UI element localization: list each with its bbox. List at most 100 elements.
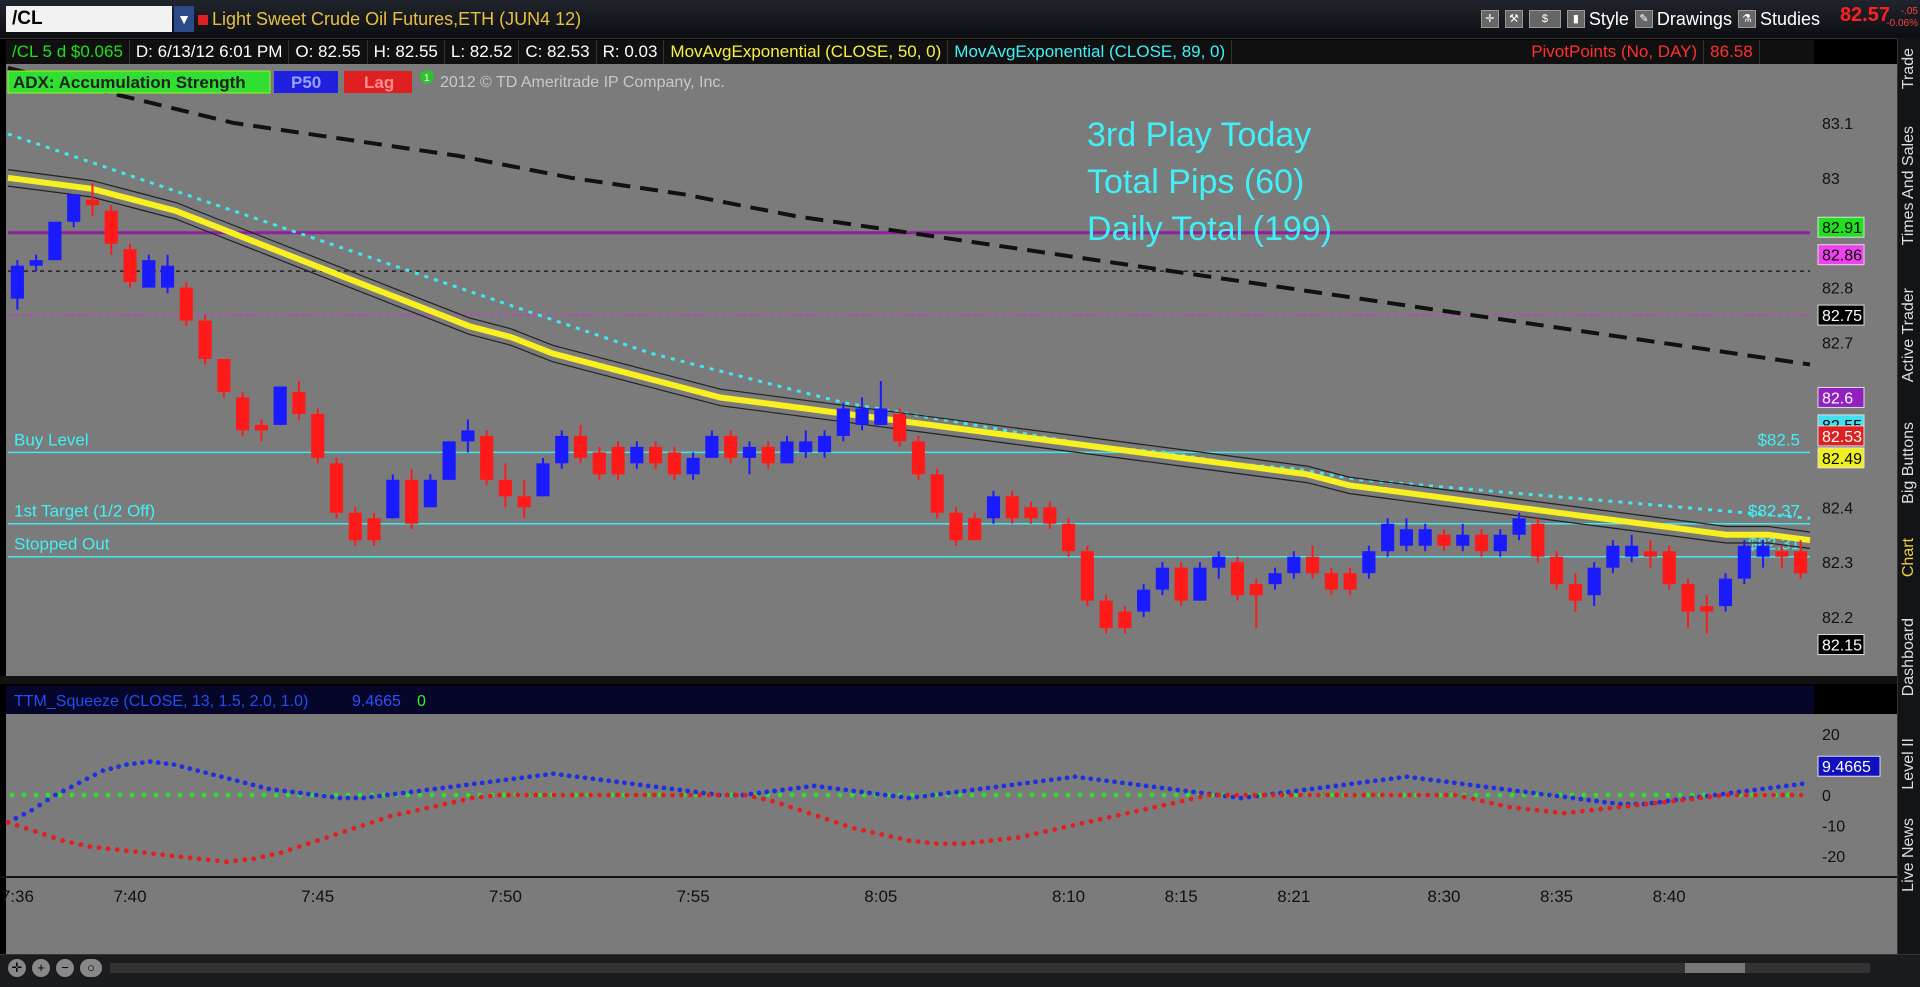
sidebar-tab-dashboard[interactable]: Dashboard [1900,618,1918,696]
wrench-icon[interactable]: ⚒ [1504,10,1523,28]
squeeze-series-dot [661,785,667,791]
squeeze-zero-dot [1581,792,1587,798]
squeeze-series-dot [1261,792,1267,798]
squeeze-series-dot [416,788,422,794]
squeeze-series-dot [142,850,147,856]
squeeze-zero-dot [237,792,243,798]
squeeze-series-dot [842,822,848,828]
squeeze-tick-label: -10 [1822,818,1845,835]
squeeze-series-dot [1671,798,1676,804]
level-label: Buy Level [14,430,89,449]
squeeze-tick-label: 0 [1822,788,1831,805]
annotation-line-2: Total Pips (60) [1087,163,1304,201]
sidebar-tab-chart[interactable]: Chart [1900,538,1918,577]
squeeze-series-dot [1301,787,1307,793]
candle-body [498,479,512,497]
squeeze-series-dot [660,792,666,798]
price-change: -.05 -0.06% [1886,6,1918,30]
squeeze-series-dot [1234,792,1240,798]
squeeze-zero-dot [777,792,783,798]
lag-legend[interactable]: Lag [364,73,394,92]
sidebar-tab-trade[interactable]: Trade [1900,48,1918,89]
sidebar-tab-big-buttons[interactable]: Big Buttons [1900,422,1918,504]
zoom-out-icon[interactable]: − [56,959,74,977]
squeeze-series-dot [440,785,446,791]
squeeze-zero-dot [417,792,423,798]
candle-body [780,441,794,464]
time-scrollbar[interactable] [110,963,1870,973]
squeeze-zero-dot [1473,792,1479,798]
squeeze-series-dot [100,768,106,774]
squeeze-series-dot [961,788,967,794]
scrollbar-thumb[interactable] [1685,963,1745,973]
squeeze-series-dot [977,786,983,792]
squeeze-study-label[interactable]: TTM_Squeeze (CLOSE, 13, 1.5, 2.0, 1.0) [14,693,308,710]
squeeze-series-dot [203,770,208,776]
squeeze-series-dot [906,838,912,843]
squeeze-series-dot [558,772,564,778]
symbol-input[interactable]: /CL [6,6,172,32]
drawings-menu[interactable]: ✎ Drawings [1634,9,1732,30]
squeeze-series-dot [867,790,872,796]
squeeze-series-dot [1341,782,1347,788]
candle-body [1268,573,1282,585]
dollar-button[interactable]: $ [1528,10,1561,28]
squeeze-zero-dot [1629,792,1635,798]
sidebar-tab-level-ii[interactable]: Level II [1900,738,1918,790]
candle-body [836,408,850,436]
candle-body [1625,545,1639,557]
squeeze-series-dot [1159,785,1165,791]
sidebar-tab-times-and-sales[interactable]: Times And Sales [1900,126,1918,245]
sidebar-tab-active-trader[interactable]: Active Trader [1900,288,1918,382]
squeeze-series-dot [1752,787,1758,793]
squeeze-series-dot [1243,792,1249,798]
ema50-study-label[interactable]: MovAvgExponential (CLOSE, 50, 0) [664,40,949,64]
candle-body [517,496,531,508]
candle-body [1061,523,1076,552]
crosshair-icon[interactable]: ✛ [1480,10,1499,28]
squeeze-series-dot [1467,782,1473,788]
fit-icon[interactable]: ○ [80,959,102,977]
adx-legend[interactable]: ADX: Accumulation Strength [13,73,246,92]
style-menu[interactable]: ▮ Style [1566,9,1629,30]
squeeze-series-dot [296,844,302,850]
squeeze-series-dot [946,790,951,796]
squeeze-series-dot [187,855,193,861]
squeeze-series-dot [218,774,224,780]
squeeze-series-dot [13,815,19,821]
squeeze-zero-dot [1497,792,1503,798]
candle-body [611,446,625,475]
squeeze-series-dot [1352,792,1358,798]
candle-body [630,446,644,464]
squeeze-series-dot [163,761,169,767]
candle-body [236,397,250,431]
ema89-study-label[interactable]: MovAvgExponential (CLOSE, 89, 0) [948,40,1233,64]
price-chart[interactable]: Buy Level $82.5 1st Target (1/2 Off) $82.37… [0,64,1898,954]
p50-legend[interactable]: P50 [291,73,321,92]
time-tick-label: 8:15 [1165,887,1198,906]
squeeze-series-dot [123,848,129,854]
sidebar-tab-live-news[interactable]: Live News [1900,818,1918,892]
squeeze-series-dot [1179,798,1185,804]
squeeze-zero-dot [261,792,267,798]
squeeze-series-dot [622,780,627,786]
squeeze-series-dot [60,788,66,794]
pivot-study-label[interactable]: PivotPoints (No, DAY) [1525,40,1705,64]
studies-menu[interactable]: ⚗ Studies [1737,9,1820,30]
candle-body [799,441,813,453]
squeeze-series-dot [1546,792,1552,798]
squeeze-series-dot [211,772,216,778]
squeeze-series-dot [1586,797,1592,803]
squeeze-series-dot [677,787,683,793]
squeeze-series-dot [1361,792,1367,798]
squeeze-zero-dot [429,792,435,798]
symbol-dropdown-button[interactable]: ▼ [174,6,194,32]
crosshair-zoom-icon[interactable]: ✛ [8,959,26,977]
squeeze-series-dot [487,779,493,785]
zoom-in-icon[interactable]: + [32,959,50,977]
squeeze-series-dot [1760,786,1765,792]
squeeze-series-dot [1452,792,1458,798]
squeeze-series-dot [1616,804,1622,810]
squeeze-series-dot [780,787,785,793]
squeeze-series-dot [1334,792,1340,798]
